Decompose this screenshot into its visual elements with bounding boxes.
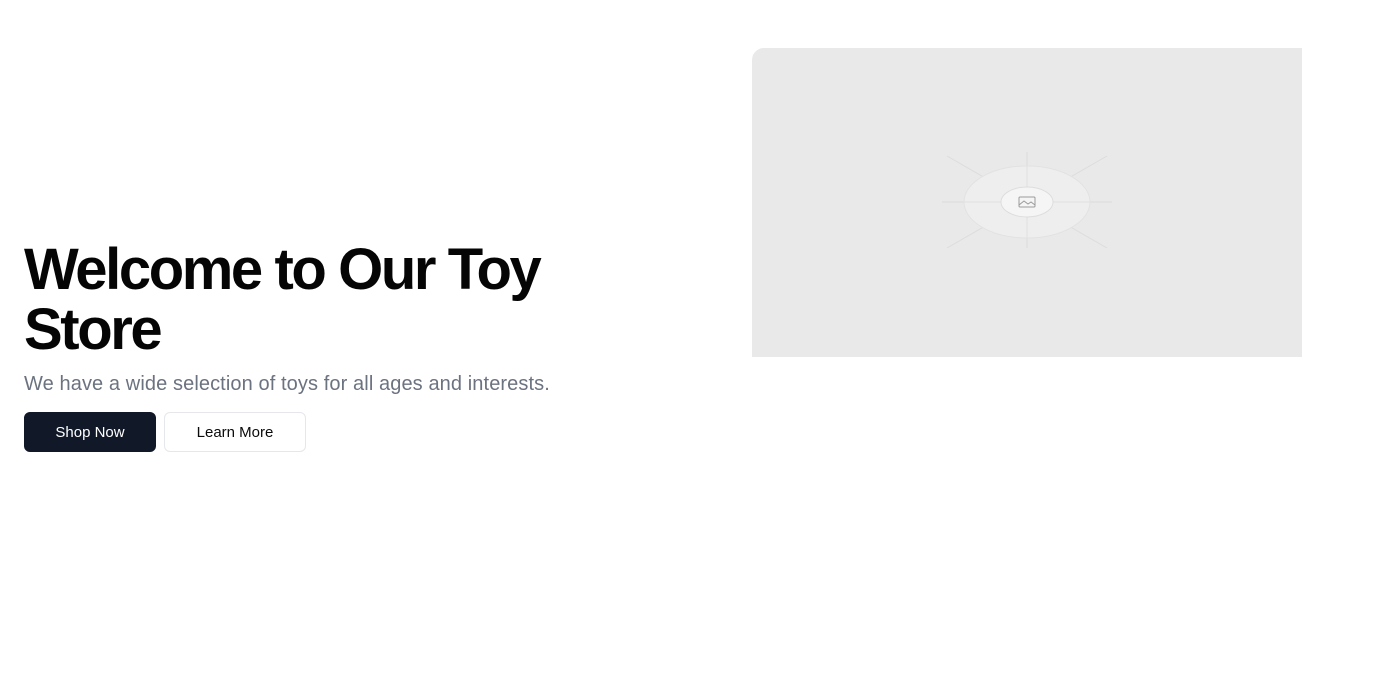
shop-now-button[interactable]: Shop Now [24,412,156,452]
image-placeholder-icon [942,152,1112,249]
hero-text-block: Welcome to Our Toy Store We have a wide … [24,240,664,452]
hero-title: Welcome to Our Toy Store [24,237,542,362]
learn-more-button[interactable]: Learn More [164,412,306,452]
hero-actions: Shop Now Learn More [24,412,664,452]
hero-image-placeholder [752,48,1302,357]
hero-section: Welcome to Our Toy Store We have a wide … [0,0,1376,696]
hero-subtitle: We have a wide selection of toys for all… [24,373,550,395]
